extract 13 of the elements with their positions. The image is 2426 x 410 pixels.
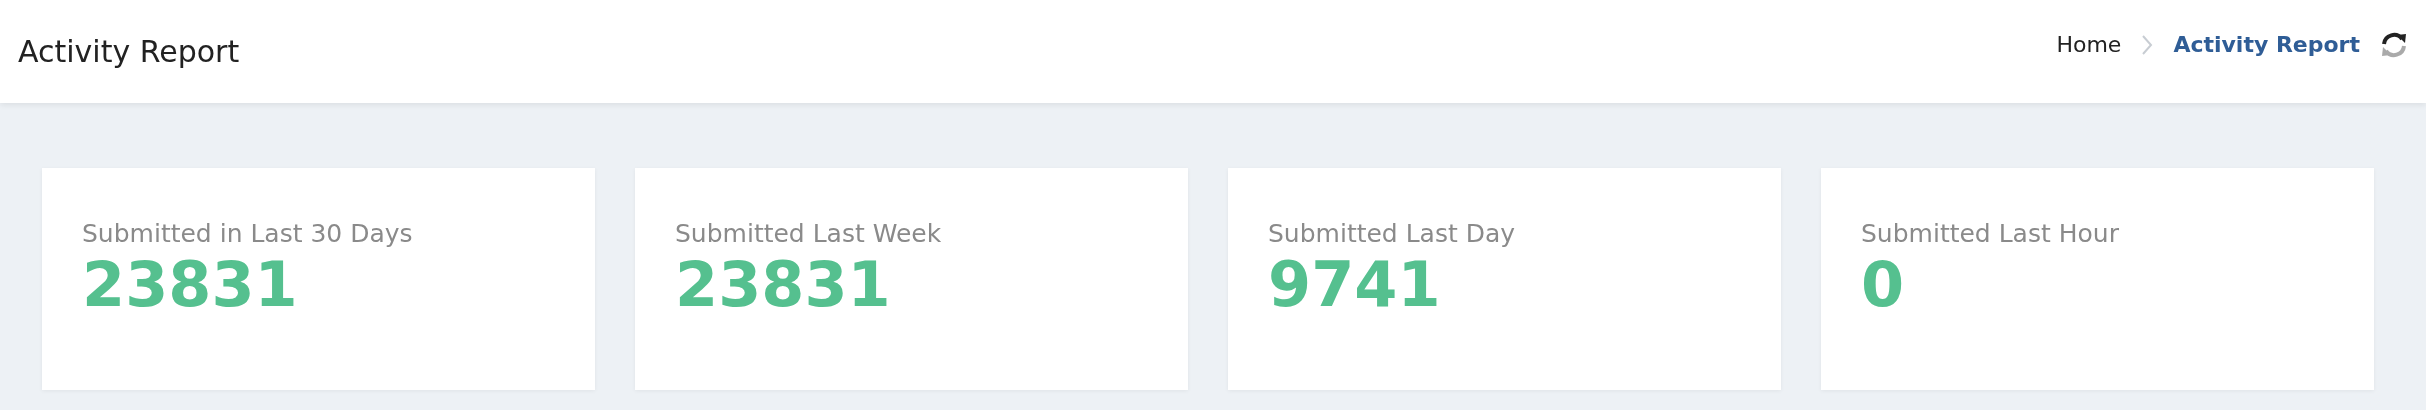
breadcrumb-link[interactable]: Activity Report <box>2173 32 2360 57</box>
stat-value: 23831 <box>82 250 298 319</box>
chevron-icon <box>2141 33 2154 56</box>
stat-value: 9741 <box>1268 250 1441 319</box>
stat-value: 0 <box>1861 250 1905 319</box>
stat-value: 23831 <box>675 250 891 319</box>
stat-label: Submitted Last Week <box>675 218 942 250</box>
stat-label: Submitted Last Day <box>1268 218 1516 250</box>
page-title: Activity Report <box>18 34 240 69</box>
refresh-icon[interactable] <box>2380 30 2408 59</box>
breadcrumb-link[interactable]: Home <box>2056 32 2122 57</box>
stat-label: Submitted Last Hour <box>1861 218 2119 250</box>
stat-label: Submitted in Last 30 Days <box>82 218 413 250</box>
